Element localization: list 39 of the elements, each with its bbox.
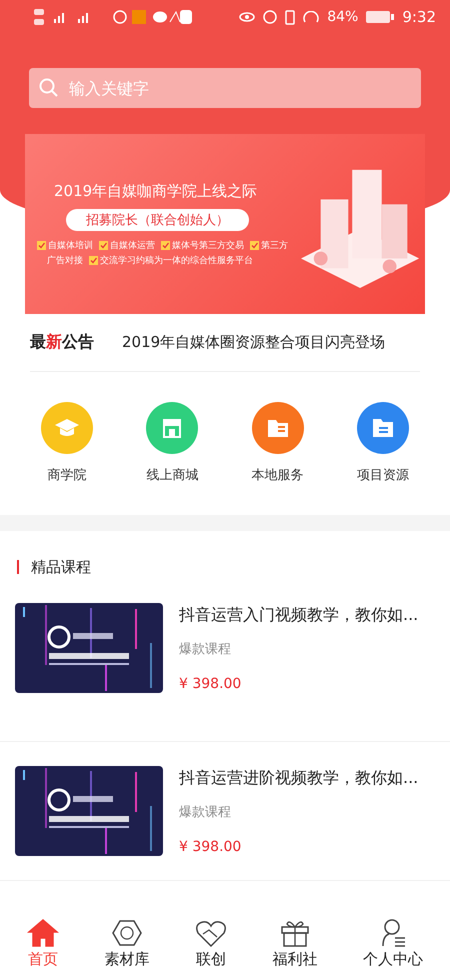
course-price: ¥ 398.00: [179, 839, 242, 855]
section-title: 精品课程: [31, 558, 91, 576]
banner-title: 2019年自媒咖商学院上线之际: [54, 182, 258, 200]
tab-item[interactable]: 福利社: [272, 918, 318, 969]
feature-label: 第三方: [261, 240, 288, 252]
course-title: 抖音运营入门视频教学，教你如...: [179, 605, 418, 626]
notice-label: 最新公告: [30, 332, 94, 353]
course-tag: 爆款课程: [179, 640, 418, 658]
notice-text[interactable]: 2019年自媒体圈资源整合项目闪亮登场: [122, 333, 386, 352]
battery-percent: 84%: [327, 9, 358, 25]
tab-item[interactable]: 首页: [26, 918, 59, 969]
eye-icon: [239, 12, 256, 22]
search-icon: [39, 78, 59, 98]
category-label[interactable]: 项目资源: [356, 466, 409, 484]
category-label[interactable]: 商学院: [48, 466, 86, 484]
course-item[interactable]: 抖音运营入门视频教学，教你如... 爆款课程 ¥ 398.00: [0, 603, 450, 742]
battery-icon: [366, 10, 394, 24]
feature-label: 媒体号第三方交易: [172, 240, 244, 252]
feature-label: 自媒体培训: [48, 240, 93, 252]
house-icon: [26, 918, 59, 948]
feature-label: 交流学习约稿为一体的综合性服务平台: [100, 254, 253, 266]
course-price: ¥ 398.00: [179, 676, 242, 692]
clock-time: 9:32: [402, 8, 436, 26]
course-title: 抖音运营进阶视频教学，教你如...: [179, 768, 418, 789]
feature-label: 广告对接: [47, 254, 83, 266]
course-item[interactable]: 抖音运营进阶视频教学，教你如... 爆款课程 ¥ 398.00: [0, 742, 450, 881]
graduation-cap-icon[interactable]: [41, 402, 93, 454]
category-label[interactable]: 本地服务: [252, 466, 304, 484]
tab-item[interactable]: 联创: [194, 918, 227, 969]
course-tag: 爆款课程: [179, 803, 418, 821]
tab-item[interactable]: 个人中心: [363, 918, 424, 969]
promo-banner[interactable]: 2019年自媒咖商学院上线之际 招募院长（联合创始人） 自媒体培训 自媒体运营 媒体号第三方交易 第三方 广告对接 交流学习约稿为一体的综合性服务平台: [25, 134, 425, 314]
vibrate-icon: [285, 10, 296, 24]
recruit-badge: 招募院长（联合创始人）: [66, 208, 249, 230]
search-field[interactable]: 输入关键字: [29, 68, 421, 108]
category-label[interactable]: 线上商城: [146, 466, 198, 484]
feature-label: 自媒体运营: [110, 240, 155, 252]
app-notification-icon: [112, 8, 192, 26]
tab-item[interactable]: 素材库: [104, 918, 150, 969]
